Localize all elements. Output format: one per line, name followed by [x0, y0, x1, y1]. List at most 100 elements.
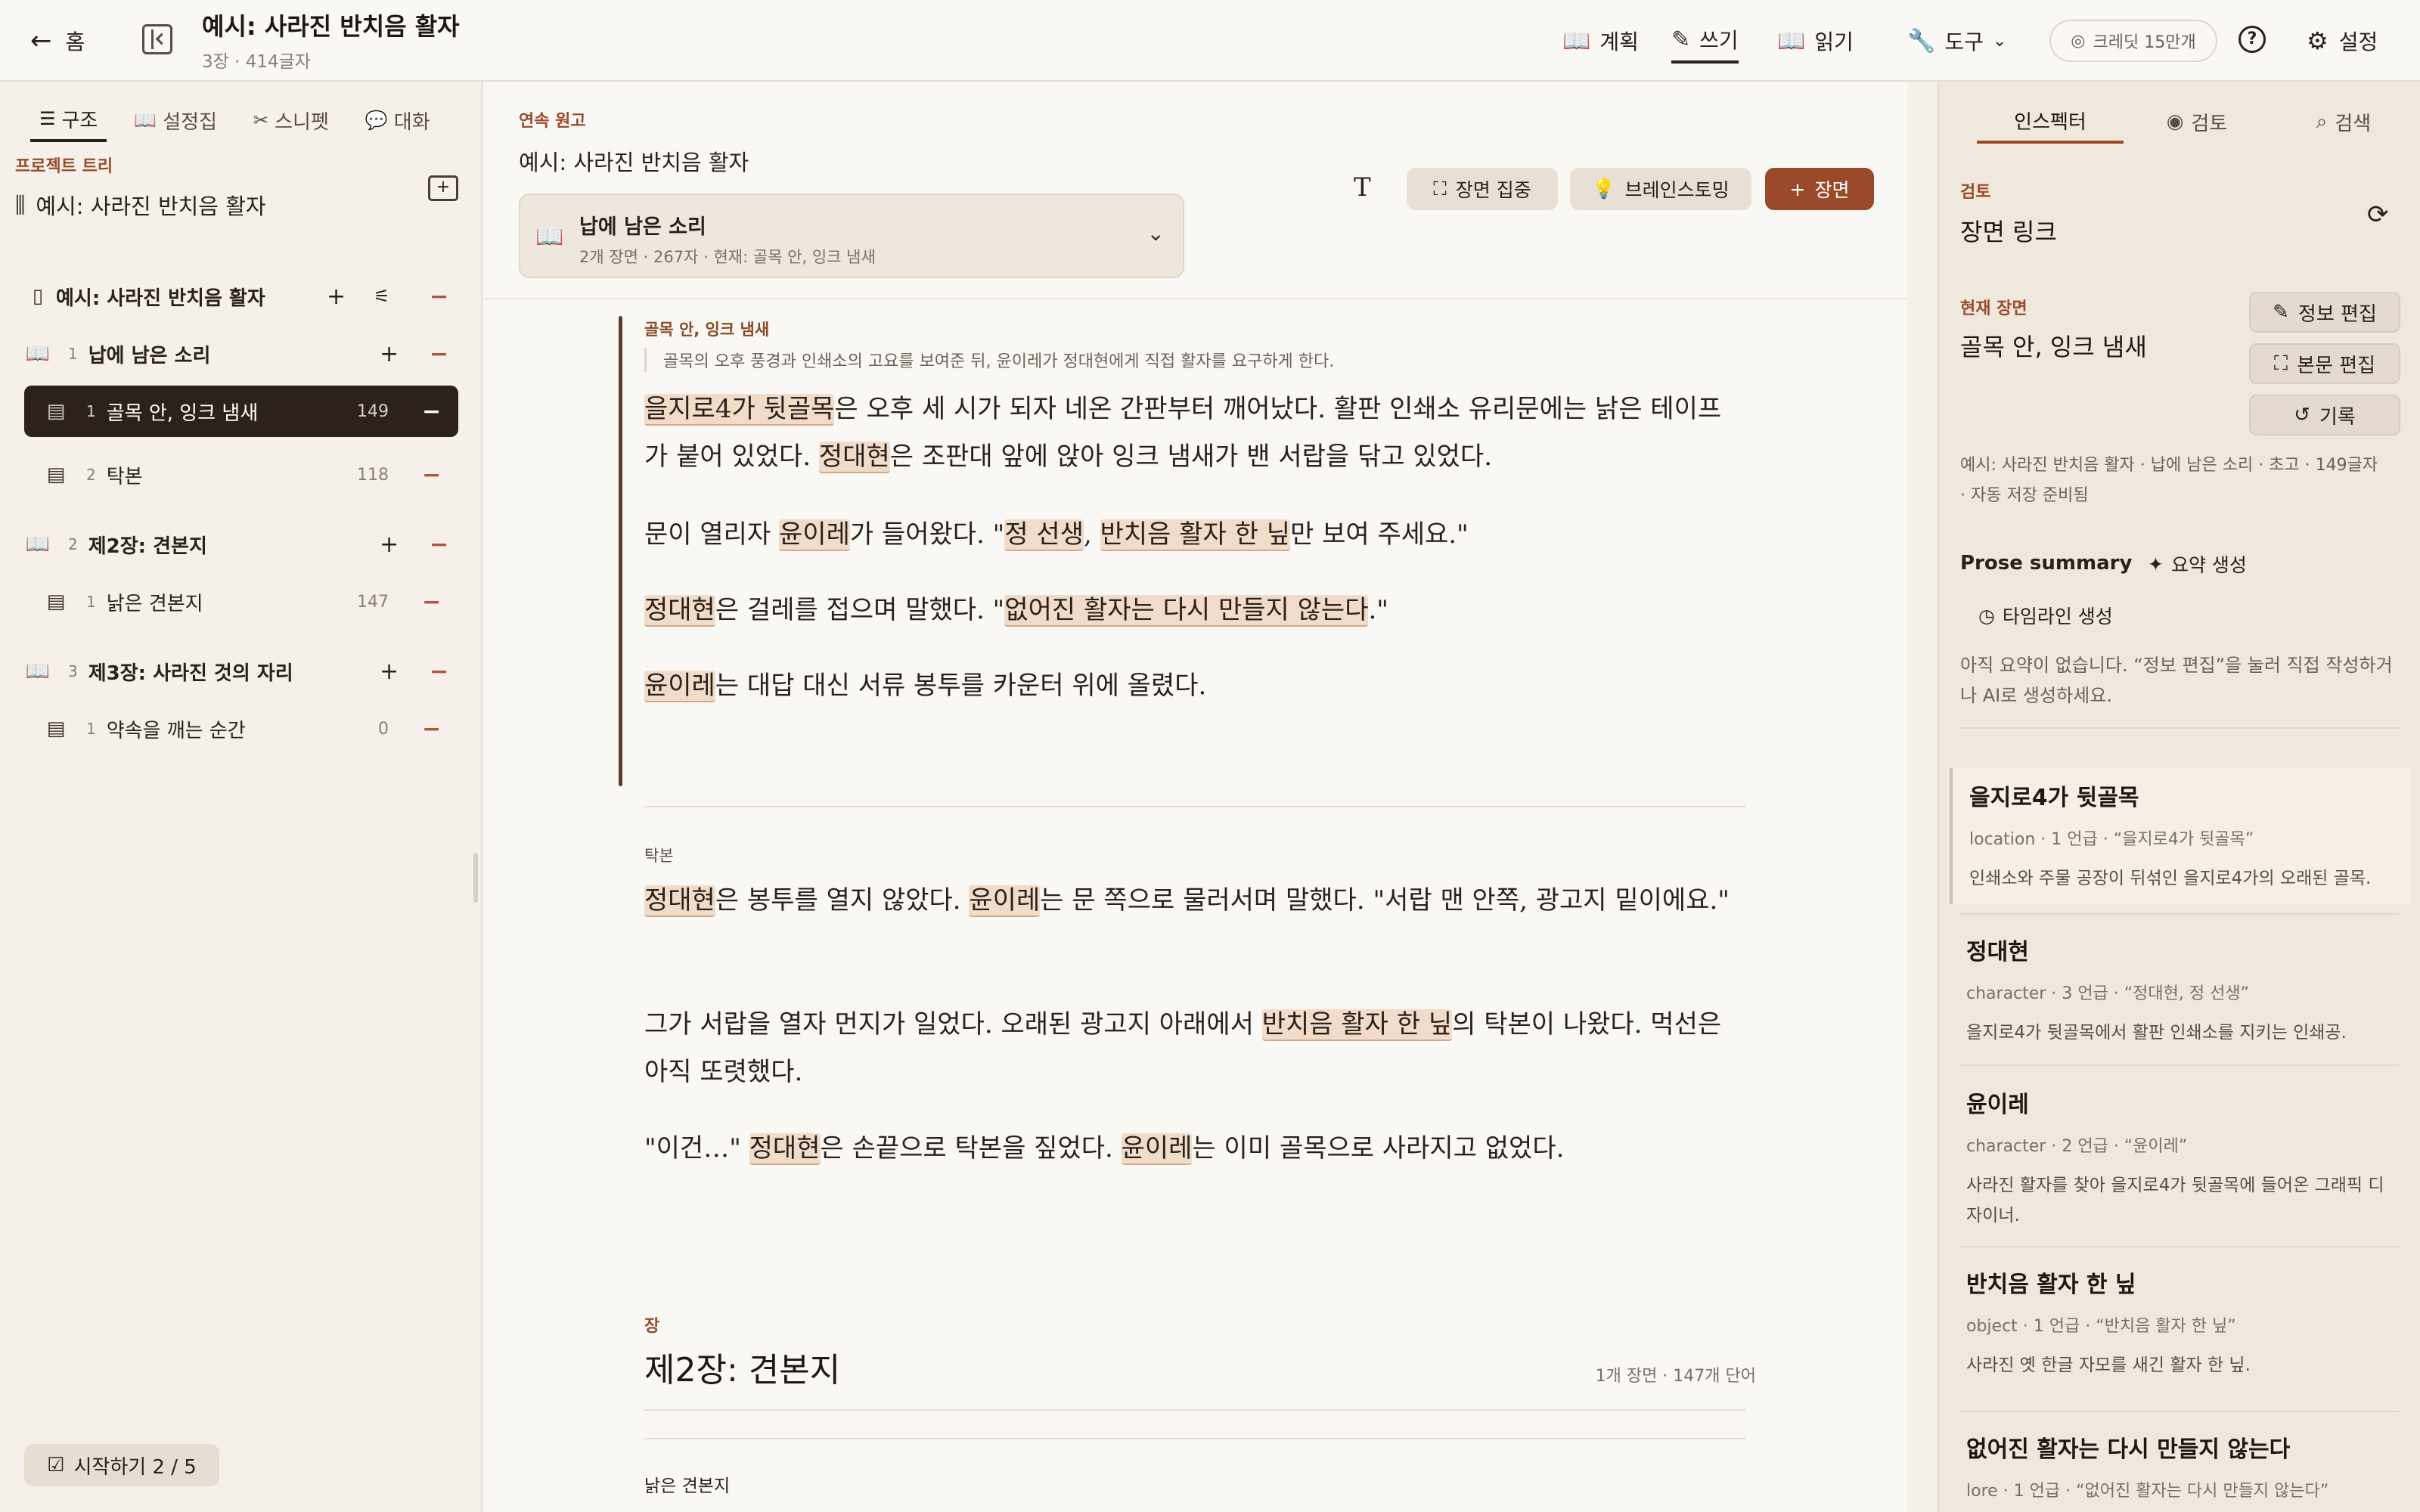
tree-scene[interactable]: ▤ 1 약속을 깨는 순간 0 −: [24, 703, 458, 754]
tab-inspector[interactable]: 인스펙터: [1977, 100, 2124, 144]
nav-read[interactable]: 📖 읽기: [1777, 18, 1854, 64]
scene-paragraph[interactable]: 문이 열리자 윤이레가 들어왔다. "정 선생, 반치음 활자 한 닢만 보여 …: [644, 511, 1730, 559]
add-icon[interactable]: +: [380, 658, 399, 685]
remove-icon[interactable]: −: [430, 658, 448, 685]
eye-icon: ◉: [2166, 110, 2184, 133]
remove-icon[interactable]: −: [422, 462, 441, 488]
remove-icon[interactable]: −: [422, 716, 441, 742]
settings-button[interactable]: ⚙ 설정: [2307, 23, 2378, 59]
entity-card[interactable]: 을지로4가 뒷골목 location · 1 언급 · “을지로4가 뒷골목” …: [1950, 768, 2411, 904]
entity-mention[interactable]: 윤이레: [969, 885, 1041, 917]
add-scene-button[interactable]: + 장면: [1765, 168, 1874, 210]
remove-icon[interactable]: −: [422, 398, 441, 425]
home-button[interactable]: ← 홈: [30, 23, 85, 59]
nav-write[interactable]: ✎ 쓰기: [1671, 18, 1739, 64]
add-icon[interactable]: +: [327, 284, 346, 310]
sidebar-toggle-icon[interactable]: [142, 24, 172, 54]
entity-card[interactable]: 없어진 활자는 다시 만들지 않는다 lore · 1 언급 · “없어진 활자…: [1950, 1420, 2411, 1512]
entity-mention[interactable]: 정대현: [644, 595, 715, 627]
scene-paragraph[interactable]: 을지로4가 뒷골목은 오후 세 시가 되자 네온 간판부터 깨어났다. 활판 인…: [644, 386, 1730, 481]
help-icon[interactable]: ?: [2238, 26, 2266, 53]
lightbulb-icon: 💡: [1592, 178, 1616, 200]
add-icon[interactable]: +: [380, 341, 399, 367]
tree-book[interactable]: ▯ 예시: 사라진 반치음 활자 + ⚟ −: [24, 271, 458, 322]
tab-codex[interactable]: 📖 설정집: [125, 98, 226, 142]
scene-paragraph[interactable]: 정대현은 봉투를 열지 않았다. 윤이레는 문 쪽으로 물러서며 말했다. "서…: [644, 877, 1730, 925]
sliders-icon[interactable]: ⚟: [374, 286, 390, 307]
remove-icon[interactable]: −: [422, 589, 441, 615]
entity-card[interactable]: 반치음 활자 한 닢 object · 1 언급 · “반치음 활자 한 닢” …: [1950, 1255, 2411, 1391]
scene-word-count: 147: [357, 592, 389, 612]
generate-timeline-button[interactable]: ◷ 타임라인 생성: [1978, 602, 2113, 629]
entity-mention[interactable]: 반치음 활자 한 닢: [1261, 1009, 1453, 1041]
tab-search[interactable]: ⌕ 검색: [2270, 100, 2417, 144]
panel-resize-handle[interactable]: [473, 853, 478, 903]
entity-name: 윤이레: [1966, 1092, 2029, 1118]
nav-tools[interactable]: 🔧 도구 ⌄: [1907, 18, 2006, 64]
scene-paragraph[interactable]: 정대현은 걸레를 접으며 말했다. "없어진 활자는 다시 만들지 않는다.": [644, 587, 1730, 634]
tree-scene[interactable]: ▤ 2 탁본 118 −: [24, 449, 458, 500]
tree-scene-selected[interactable]: ▤ 1 골목 안, 잉크 냄새 149 −: [24, 386, 458, 437]
chapter-divider: [644, 1409, 1745, 1411]
tree-chapter[interactable]: 📖 2 제2장: 견본지 + −: [24, 519, 458, 570]
tab-structure[interactable]: ☰ 구조: [30, 98, 107, 142]
entity-mention[interactable]: 반치음 활자 한 닢: [1100, 519, 1290, 551]
nav-write-label: 쓰기: [1699, 28, 1739, 53]
edit-body-button[interactable]: ⛶ 본문 편집: [2249, 343, 2400, 384]
scene-paragraph[interactable]: 윤이레는 대답 대신 서류 봉투를 카운터 위에 올렸다.: [644, 662, 1730, 710]
brainstorm-button[interactable]: 💡 브레인스토밍: [1570, 168, 1751, 210]
sparkles-icon: ✦: [2148, 553, 2164, 575]
history-button[interactable]: ↺ 기록: [2249, 395, 2400, 435]
nav-plan[interactable]: 📖 계획: [1562, 18, 1639, 64]
chat-icon: 💬: [365, 110, 388, 131]
project-tree-root[interactable]: ⫼ 예시: 사라진 반치음 활자: [15, 189, 266, 221]
scene-paragraph[interactable]: 그가 서랍을 열자 먼지가 일었다. 오래된 광고지 아래에서 반치음 활자 한…: [644, 1001, 1730, 1096]
scene-title: 골목 안, 잉크 냄새: [106, 401, 259, 425]
clock-icon: ◷: [1978, 604, 1995, 627]
refresh-icon[interactable]: ⟳: [2367, 200, 2389, 230]
prose-text: 문이 열리자: [644, 519, 780, 550]
file-text-icon: ▤: [46, 463, 66, 486]
tab-review[interactable]: ◉ 검토: [2124, 100, 2270, 144]
tab-snippets[interactable]: ✂ 스니펫: [244, 98, 338, 142]
chevron-down-icon: ⌄: [1146, 221, 1165, 246]
typography-icon[interactable]: T: [1354, 172, 1371, 203]
remove-icon[interactable]: −: [430, 284, 448, 310]
tree-chapter[interactable]: 📖 1 납에 남은 소리 + −: [24, 328, 458, 380]
add-icon[interactable]: +: [380, 531, 399, 558]
entity-mention[interactable]: 정대현: [818, 442, 890, 473]
entity-card[interactable]: 윤이레 character · 2 언급 · “윤이레” 사라진 활자를 찾아 …: [1950, 1075, 2411, 1241]
summary-empty-state: 아직 요약이 없습니다. “정보 편집”을 눌러 직접 작성하거나 AI로 생성…: [1960, 655, 2393, 706]
tree-chapter[interactable]: 📖 3 제3장: 사라진 것의 자리 + −: [24, 646, 458, 697]
entity-mention[interactable]: 을지로4가 뒷골목: [644, 394, 835, 426]
entity-mention[interactable]: 정 선생: [1004, 519, 1084, 551]
entity-mention[interactable]: 윤이레: [1121, 1133, 1193, 1165]
entity-meta: character · 2 언급 · “윤이레”: [1966, 1137, 2188, 1156]
add-folder-icon[interactable]: +: [428, 175, 458, 201]
tree-scene[interactable]: ▤ 1 낡은 견본지 147 −: [24, 576, 458, 627]
getting-started-label: 시작하기 2 / 5: [73, 1455, 197, 1479]
prose-summary-label: Prose summary: [1960, 552, 2133, 575]
history-icon: ↺: [2294, 404, 2310, 426]
getting-started-button[interactable]: ☑ 시작하기 2 / 5: [24, 1444, 219, 1486]
entity-mention[interactable]: 윤이레: [779, 519, 850, 551]
tab-chat[interactable]: 💬 대화: [356, 98, 439, 142]
entity-mention[interactable]: 정대현: [644, 885, 715, 917]
credit-badge[interactable]: ◎ 크레딧 15만개: [2049, 20, 2217, 62]
remove-icon[interactable]: −: [430, 341, 448, 367]
generate-summary-button[interactable]: ✦ 요약 생성: [2148, 550, 2247, 578]
scene-title: 탁본: [106, 465, 143, 488]
generate-summary-label: 요약 생성: [2170, 554, 2247, 576]
chapter-title: 납에 남은 소리: [88, 344, 211, 367]
chapter-selector[interactable]: 📖 납에 남은 소리 2개 장면 · 267자 · 현재: 골목 안, 잉크 냄…: [519, 194, 1184, 278]
entity-card[interactable]: 정대현 character · 3 언급 · “정대현, 정 선생” 을지로4가…: [1950, 922, 2411, 1058]
entity-mention[interactable]: 없어진 활자는 다시 만들지 않는다: [1004, 595, 1369, 627]
edit-info-button[interactable]: ✎ 정보 편집: [2249, 292, 2400, 333]
scene-focus-button[interactable]: ⛶ 장면 집중: [1407, 168, 1558, 210]
scene-word-count: 0: [378, 719, 389, 739]
entity-mention[interactable]: 정대현: [749, 1133, 821, 1165]
remove-icon[interactable]: −: [430, 531, 448, 558]
entity-mention[interactable]: 윤이레: [644, 671, 715, 702]
entity-description: 을지로4가 뒷골목에서 활판 인쇄소를 지키는 인쇄공.: [1966, 1023, 2347, 1043]
scene-paragraph[interactable]: "이건…" 정대현은 손끝으로 탁본을 짚었다. 윤이레는 이미 골목으로 사라…: [644, 1125, 1730, 1173]
